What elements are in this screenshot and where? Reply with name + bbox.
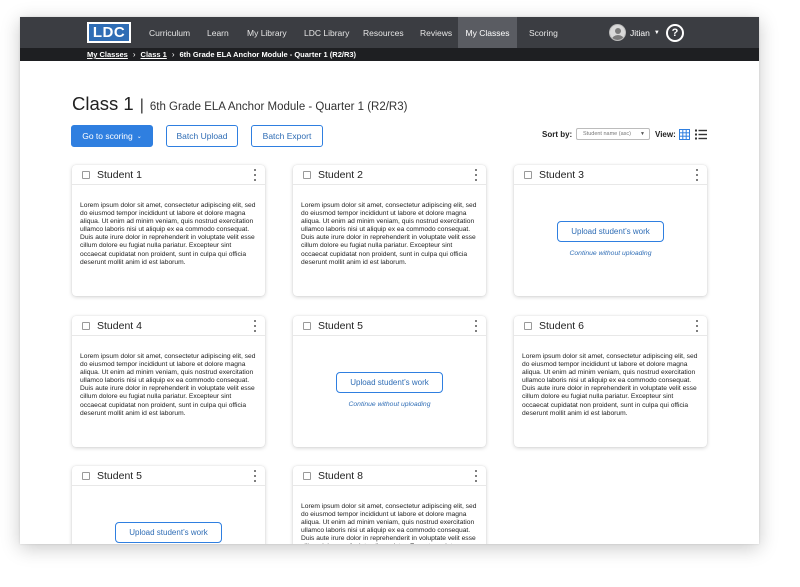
sort-select-value: Student name (asc) — [583, 131, 631, 137]
student-name: Student 3 — [539, 169, 584, 181]
nav-item-ldc-library[interactable]: LDC Library — [294, 17, 359, 48]
more-options-icon[interactable] — [474, 470, 478, 482]
card-header: Student 4 — [72, 316, 265, 336]
student-work-text: Lorem ipsum dolor sit amet, consectetur … — [301, 503, 477, 544]
sort-select[interactable]: Student name (asc) ▼ — [576, 128, 650, 140]
continue-without-uploading-link[interactable]: Continue without uploading — [514, 250, 707, 257]
student-name: Student 4 — [97, 320, 142, 332]
sort-label: Sort by: — [542, 130, 573, 139]
more-options-icon[interactable] — [695, 169, 699, 181]
student-name: Student 1 — [97, 169, 142, 181]
module-subtitle: 6th Grade ELA Anchor Module - Quarter 1 … — [149, 101, 408, 113]
select-checkbox[interactable] — [303, 322, 311, 330]
more-options-icon[interactable] — [474, 320, 478, 332]
more-options-icon[interactable] — [695, 320, 699, 332]
title-divider: | — [139, 97, 144, 114]
user-name: Jitian — [630, 27, 650, 38]
student-card[interactable]: Student 3 Upload student’s work Continue w… — [514, 165, 707, 296]
more-options-icon[interactable] — [253, 320, 257, 332]
card-header: Student 1 — [72, 165, 265, 185]
card-header: Student 8 — [293, 466, 486, 486]
select-checkbox[interactable] — [524, 322, 532, 330]
help-icon[interactable]: ? — [666, 24, 684, 42]
nav-item-reviews[interactable]: Reviews — [410, 17, 462, 48]
chevron-down-icon: ▼ — [653, 29, 660, 36]
breadcrumb-separator: › — [171, 50, 175, 59]
upload-work-button[interactable]: Upload student’s work — [115, 522, 222, 543]
class-title: Class 1 — [72, 93, 134, 114]
select-checkbox[interactable] — [82, 472, 90, 480]
card-header: Student 2 — [293, 165, 486, 185]
top-nav: LDC Curriculum Learn My Library LDC Libr… — [20, 17, 759, 48]
student-card[interactable]: Student 2 Lorem ipsum dolor sit amet, con… — [293, 165, 486, 296]
more-options-icon[interactable] — [474, 169, 478, 181]
student-work-text: Lorem ipsum dolor sit amet, consectetur … — [80, 202, 256, 266]
select-checkbox[interactable] — [82, 171, 90, 179]
student-card[interactable]: Student 5Upload student’s workContinue w… — [72, 466, 265, 544]
student-name: Student 2 — [318, 169, 363, 181]
breadcrumb-current: 6th Grade ELA Anchor Module - Quarter 1 … — [179, 50, 357, 59]
student-card[interactable]: Student 8 Lorem ipsum dolor sit amet, con… — [293, 466, 486, 544]
card-header: Student 5 — [293, 316, 486, 336]
card-header: Student 3 — [514, 165, 707, 185]
chevron-down-icon: ⌄ — [136, 133, 142, 140]
nav-item-my-library[interactable]: My Library — [237, 17, 297, 48]
student-name: Student 6 — [539, 320, 584, 332]
student-card[interactable]: Student 1 Lorem ipsum dolor sit amet, con… — [72, 165, 265, 296]
batch-export-button[interactable]: Batch Export — [251, 125, 323, 147]
batch-upload-button[interactable]: Batch Upload — [166, 125, 238, 147]
student-work-text: Lorem ipsum dolor sit amet, consectetur … — [80, 353, 256, 417]
student-card[interactable]: Student 4 Lorem ipsum dolor sit amet, con… — [72, 316, 265, 447]
select-checkbox[interactable] — [303, 171, 311, 179]
user-menu[interactable]: Jitian ▼ — [609, 23, 660, 42]
view-label: View: — [655, 130, 676, 139]
upload-work-button[interactable]: Upload student’s work — [336, 372, 443, 393]
select-checkbox[interactable] — [82, 322, 90, 330]
student-card[interactable]: Student 6 Lorem ipsum dolor sit amet, con… — [514, 316, 707, 447]
grid-view-icon[interactable] — [679, 129, 690, 140]
student-name: Student 5 — [97, 470, 142, 482]
ldc-logo[interactable]: LDC — [87, 22, 131, 43]
student-name: Student 8 — [318, 470, 363, 482]
nav-item-my-classes[interactable]: My Classes — [458, 17, 517, 48]
avatar — [609, 24, 626, 41]
select-checkbox[interactable] — [524, 171, 532, 179]
app-window: LDC Curriculum Learn My Library LDC Libr… — [20, 17, 759, 544]
breadcrumb-class-1[interactable]: Class 1 — [141, 50, 167, 59]
student-work-text: Lorem ipsum dolor sit amet, consectetur … — [301, 202, 477, 266]
continue-without-uploading-link[interactable]: Continue without uploading — [293, 401, 486, 408]
nav-item-learn[interactable]: Learn — [197, 17, 239, 48]
more-options-icon[interactable] — [253, 169, 257, 181]
go-to-scoring-button[interactable]: Go to scoring ⌄ — [71, 125, 153, 147]
student-card[interactable]: Student 5 Upload student’s work Continue w… — [293, 316, 486, 447]
breadcrumb: My Classes › Class 1 › 6th Grade ELA Anc… — [20, 48, 759, 61]
card-header: Student 5 — [72, 466, 265, 486]
student-name: Student 5 — [318, 320, 363, 332]
chevron-down-icon: ▼ — [640, 131, 645, 137]
nav-item-scoring[interactable]: Scoring — [519, 17, 568, 48]
nav-item-resources[interactable]: Resources — [353, 17, 414, 48]
nav-item-curriculum[interactable]: Curriculum — [139, 17, 200, 48]
list-view-icon[interactable] — [695, 129, 707, 140]
upload-work-button[interactable]: Upload student’s work — [557, 221, 664, 242]
breadcrumb-my-classes[interactable]: My Classes — [87, 50, 128, 59]
student-work-text: Lorem ipsum dolor sit amet, consectetur … — [522, 353, 698, 417]
more-options-icon[interactable] — [253, 470, 257, 482]
select-checkbox[interactable] — [303, 472, 311, 480]
go-to-scoring-label: Go to scoring — [82, 131, 133, 141]
page-title: Class 1 | 6th Grade ELA Anchor Module - … — [72, 93, 407, 115]
card-header: Student 6 — [514, 316, 707, 336]
breadcrumb-separator: › — [132, 50, 136, 59]
